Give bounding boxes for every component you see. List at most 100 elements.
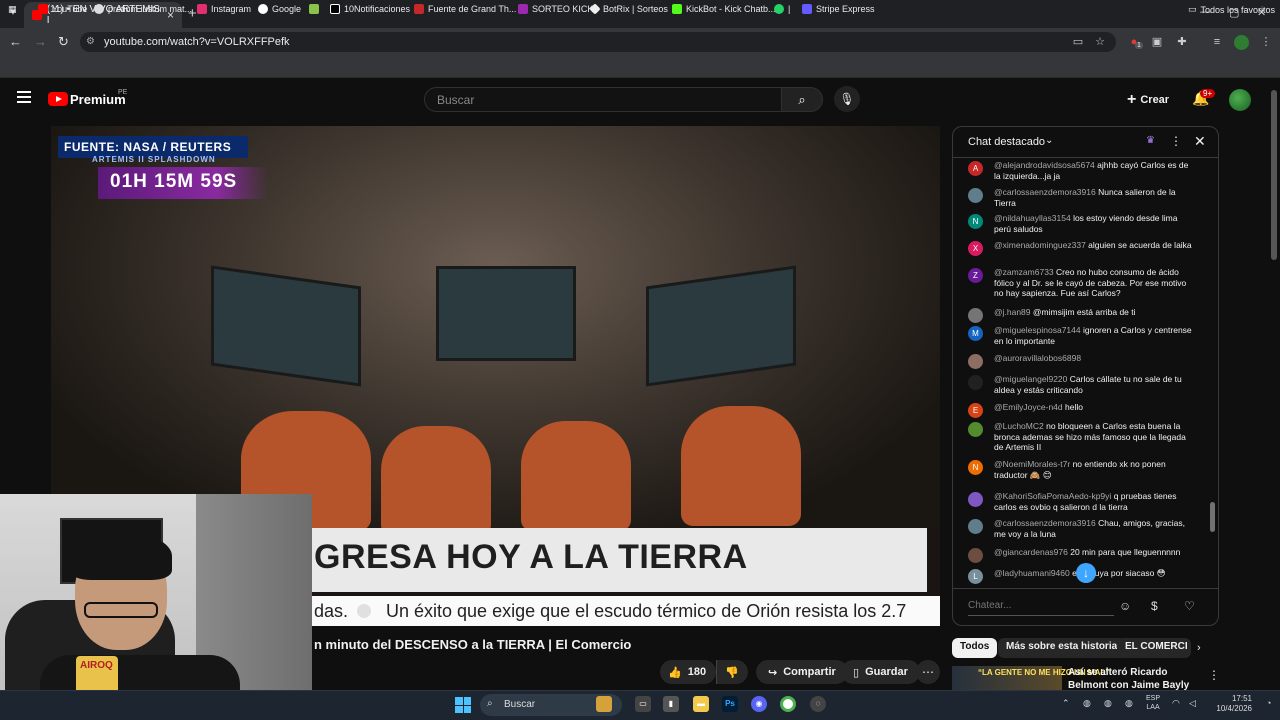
notification-center-icon[interactable]: ◔ (1266, 698, 1271, 708)
chat-author[interactable]: @carlossaenzdemora3916 (994, 187, 1096, 197)
app-icon[interactable]: ▮ (663, 696, 679, 712)
chevron-right-icon[interactable]: › (1197, 642, 1201, 654)
chip-el-comercio[interactable]: EL COMERCI (1117, 638, 1191, 658)
chat-avatar[interactable] (968, 188, 983, 203)
microphone-icon[interactable]: 🎙 (834, 86, 860, 112)
site-info-icon[interactable]: ⚙ (86, 36, 95, 47)
forward-icon[interactable]: → (34, 34, 47, 49)
chat-avatar[interactable] (968, 548, 983, 563)
extensions-puzzle-icon[interactable]: ✚ (1175, 36, 1189, 48)
chat-avatar[interactable] (968, 375, 983, 390)
chat-author[interactable]: @miguelangel9220 (994, 374, 1067, 384)
chat-avatar[interactable]: E (968, 403, 983, 418)
chat-author[interactable]: @NoemiMorales-t7r (994, 459, 1070, 469)
chat-menu-icon[interactable]: ⋮ (1170, 134, 1182, 148)
wifi-icon[interactable]: ◠ (1172, 698, 1180, 709)
install-app-icon[interactable]: ▭ (1071, 36, 1085, 48)
chat-author[interactable]: @ximenadominguez337 (994, 240, 1086, 250)
address-bar[interactable]: youtube.com/watch?v=VOLRXFFPefk (80, 32, 1116, 52)
share-button[interactable]: ↪ Compartir (756, 660, 848, 684)
search-icon[interactable]: ⌕ (781, 87, 823, 112)
bookmark-notificaciones[interactable]: 10Notificaciones (330, 4, 410, 14)
scroll-down-icon[interactable]: ↓ (1076, 563, 1096, 583)
search-input[interactable]: Buscar (424, 87, 782, 112)
close-chat-icon[interactable]: ✕ (1194, 133, 1206, 150)
chat-author[interactable]: @carlossaenzdemora3916 (994, 518, 1096, 528)
chat-author[interactable]: @miguelespinosa7144 (994, 325, 1081, 335)
chevron-up-icon[interactable]: ⌃ (1062, 698, 1070, 709)
chat-avatar[interactable] (968, 354, 983, 369)
media-control-icon[interactable]: ≡ (1210, 36, 1224, 48)
chat-author[interactable]: @EmilyJoyce-n4d (994, 402, 1063, 412)
chat-avatar[interactable]: A (968, 161, 983, 176)
crown-icon[interactable]: ♛ (1146, 135, 1155, 146)
speaker-icon[interactable]: ◁ (1189, 698, 1196, 709)
file-explorer-icon[interactable]: ▬ (693, 696, 709, 712)
chat-avatar[interactable] (968, 492, 983, 507)
profile-avatar[interactable] (1234, 35, 1249, 50)
tray-app-icon-2[interactable]: ◍ (1104, 698, 1112, 709)
create-button[interactable]: + Crear (1127, 91, 1169, 109)
all-bookmarks[interactable]: ▭ Todos los favoritos (1188, 4, 1275, 15)
bookmark-instagram[interactable]: Instagram (197, 4, 251, 14)
bookmark-icon-only[interactable] (309, 4, 319, 14)
chat-author[interactable]: @alejandrodavidsosa5674 (994, 160, 1095, 170)
apps-grid-icon[interactable]: ▦ (8, 4, 17, 15)
save-button[interactable]: ▯ Guardar (841, 660, 920, 684)
chat-avatar[interactable]: M (968, 326, 983, 341)
chevron-down-icon[interactable]: ⌄ (1045, 135, 1053, 146)
bookmark-google[interactable]: Google (258, 4, 301, 14)
chat-avatar[interactable]: Z (968, 268, 983, 283)
bookmark-sorteo-kick[interactable]: SORTEO KICK (518, 4, 593, 14)
chat-author[interactable]: @j.han89 (994, 307, 1031, 317)
account-avatar[interactable] (1229, 89, 1251, 111)
chrome-icon[interactable] (780, 696, 796, 712)
app-icon-2[interactable]: ◌ (810, 696, 826, 712)
bookmark-pretium[interactable]: pretium iustum mat... (94, 4, 192, 14)
emoji-icon[interactable]: ☺ (1119, 599, 1131, 613)
photoshop-icon[interactable]: Ps (722, 696, 738, 712)
chat-author[interactable]: @auroravillalobos6898 (994, 353, 1081, 363)
chat-author[interactable]: @LuchoMC2 (994, 421, 1044, 431)
chat-author[interactable]: @ladyhuamani9460 (994, 568, 1070, 578)
windows-start-icon[interactable] (455, 697, 471, 713)
heart-icon[interactable]: ♡ (1184, 599, 1195, 613)
chrome-menu-icon[interactable]: ⋮ (1259, 36, 1273, 48)
more-actions-icon[interactable]: ⋯ (916, 660, 940, 684)
dislike-button[interactable]: 👎 (716, 660, 748, 684)
bookmark-botrix[interactable]: BotRix | Sorteos (589, 3, 668, 15)
chat-avatar[interactable]: N (968, 460, 983, 475)
chat-author[interactable]: @nildahuayllas3154 (994, 213, 1071, 223)
chat-scrollbar[interactable] (1210, 502, 1215, 532)
chat-avatar[interactable]: N (968, 214, 983, 229)
chat-input[interactable] (968, 596, 1114, 616)
chat-avatar[interactable] (968, 308, 983, 323)
extension-icon-2[interactable]: ▣ (1150, 36, 1164, 48)
widget-icon[interactable] (596, 696, 612, 712)
youtube-logo-icon[interactable] (48, 92, 68, 106)
discord-icon[interactable]: ◉ (751, 696, 767, 712)
chat-avatar[interactable] (968, 422, 983, 437)
back-icon[interactable]: ← (9, 34, 22, 49)
bookmark-grand-theft[interactable]: Fuente de Grand Th... (414, 4, 516, 14)
page-scrollbar[interactable] (1271, 90, 1277, 260)
language-indicator[interactable]: ESP LAA (1146, 694, 1160, 712)
bookmark-star-icon[interactable]: ☆ (1093, 36, 1107, 48)
hamburger-menu-icon[interactable] (17, 91, 31, 103)
bookmark-kickbot[interactable]: KickBot - Kick Chatb... (672, 4, 776, 14)
chat-author[interactable]: @zamzam6733 (994, 267, 1054, 277)
clock[interactable]: 17:51 10/4/2026 (1210, 694, 1252, 714)
bookmark-whatsapp[interactable]: | (774, 4, 790, 14)
chat-avatar[interactable]: L (968, 569, 983, 584)
bookmark-stripe[interactable]: Stripe Express (802, 4, 875, 14)
chip-todos[interactable]: Todos (952, 638, 998, 658)
chip-mas-sobre[interactable]: Más sobre esta historia (998, 638, 1126, 658)
chat-avatar[interactable] (968, 519, 983, 534)
tray-app-icon[interactable]: ◍ (1083, 698, 1091, 709)
chat-author[interactable]: @giancardenas976 (994, 547, 1068, 557)
recommendation-menu-icon[interactable]: ⋮ (1208, 668, 1220, 682)
chat-author[interactable]: @KahoriSofiaPomaAedo-kp9yi (994, 491, 1111, 501)
task-view-icon[interactable]: ▭ (635, 696, 651, 712)
like-button[interactable]: 👍 180 (660, 660, 716, 684)
bookmark-youtube[interactable]: YouTube (38, 4, 87, 14)
